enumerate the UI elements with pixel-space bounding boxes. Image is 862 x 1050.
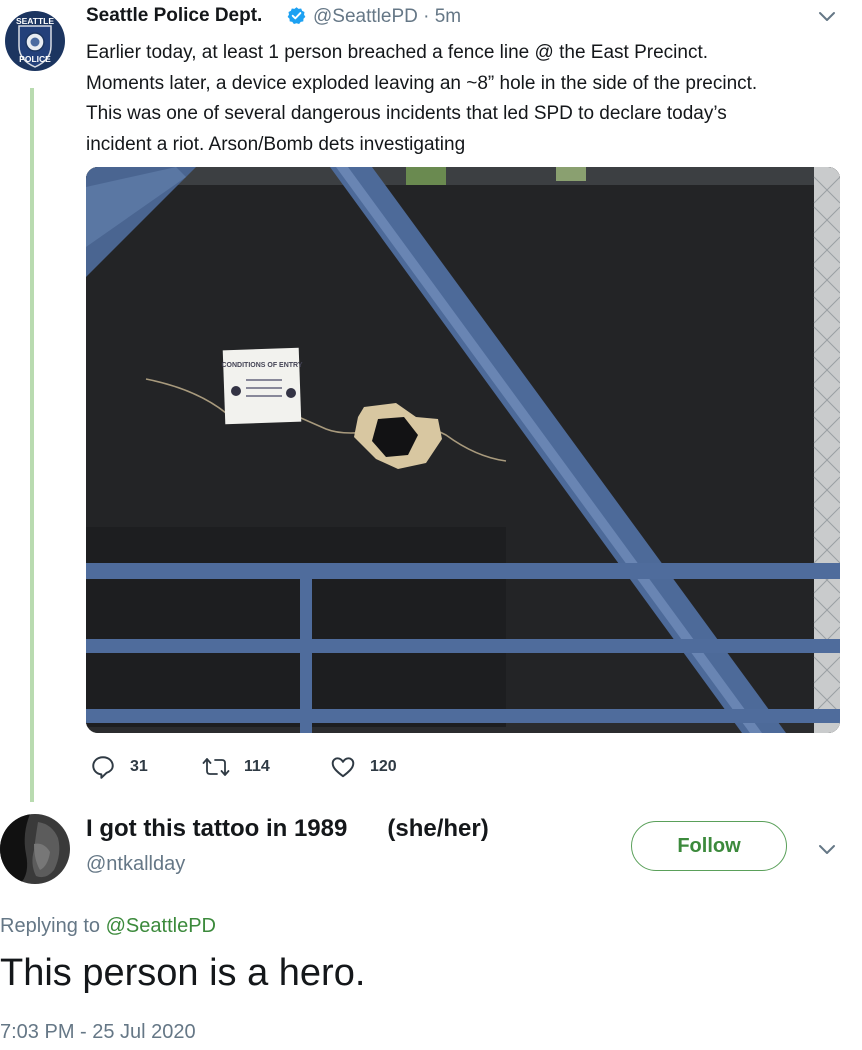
retweet-count: 114 xyxy=(244,758,270,775)
chevron-down-icon[interactable] xyxy=(818,10,836,24)
like-count: 120 xyxy=(370,758,397,775)
verified-badge-icon xyxy=(287,6,306,25)
retweet-icon xyxy=(202,758,230,776)
thread-line xyxy=(30,88,34,802)
sign-text: CONDITIONS OF ENTRY xyxy=(221,362,302,369)
tweet-photo[interactable]: CONDITIONS OF ENTRY xyxy=(86,167,840,733)
tweet-text-line: This was one of several dangerous incide… xyxy=(86,103,727,124)
tweet-text: Earlier today, at least 1 person breache… xyxy=(86,38,846,160)
chevron-down-icon[interactable] xyxy=(818,843,836,857)
author-handle-text: @SeattlePD xyxy=(313,6,418,27)
replying-to-mention[interactable]: @SeattlePD xyxy=(106,915,216,937)
reply-avatar[interactable] xyxy=(0,814,70,884)
tweet-text-line: Earlier today, at least 1 person breache… xyxy=(86,42,708,63)
tweet-time[interactable]: 5m xyxy=(435,6,461,27)
like-button[interactable]: 120 xyxy=(330,752,397,782)
separator-dot: · xyxy=(423,6,430,27)
reply-button[interactable]: 31 xyxy=(90,752,148,782)
tweet-text-line: Moments later, a device exploded leaving… xyxy=(86,72,758,94)
like-icon xyxy=(331,757,355,778)
reply-handle[interactable]: @ntkallday xyxy=(86,853,185,876)
avatar-text-bottom: POLICE xyxy=(19,54,51,64)
follow-button[interactable]: Follow xyxy=(631,821,787,871)
replying-to: Replying to @SeattlePD xyxy=(0,915,216,938)
avatar-text-top: SEATTLE xyxy=(16,16,54,26)
reply-timestamp[interactable]: 7:03 PM - 25 Jul 2020 xyxy=(0,1021,196,1044)
tweet-actions: 31 114 120 xyxy=(86,752,486,782)
reply-count: 31 xyxy=(130,758,148,775)
reply-icon xyxy=(92,756,114,779)
conditions-of-entry-sign: CONDITIONS OF ENTRY xyxy=(221,347,303,425)
author-avatar[interactable]: SEATTLE POLICE xyxy=(4,10,66,72)
reply-display-name[interactable]: I got this tattoo in 1989 (she/her) xyxy=(86,815,489,843)
tweet-text-line: incident a riot. Arson/Bomb dets investi… xyxy=(86,133,466,155)
author-handle[interactable]: @SeattlePD · 5m xyxy=(313,6,461,28)
author-name[interactable]: Seattle Police Dept. xyxy=(86,5,262,27)
replying-to-prefix: Replying to xyxy=(0,915,101,937)
reply-text: This person is a hero. xyxy=(0,952,366,994)
retweet-button[interactable]: 114 xyxy=(202,752,270,782)
